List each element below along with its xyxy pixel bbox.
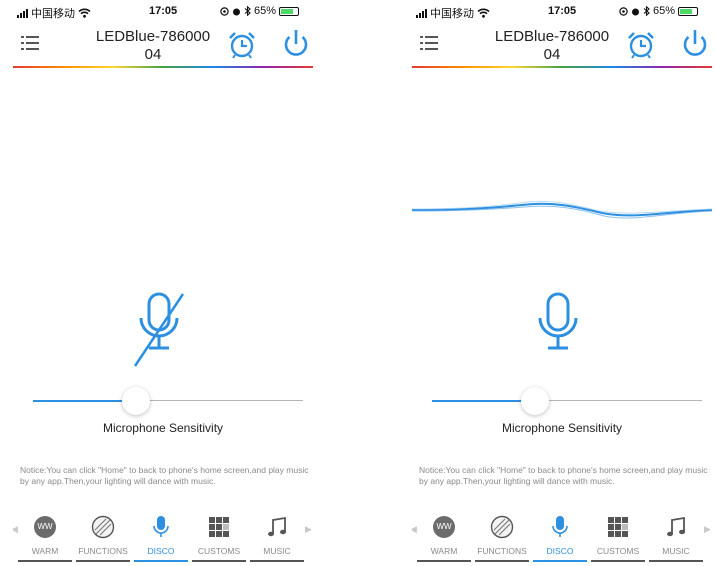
- tab-customs[interactable]: CUSTOMS: [192, 512, 246, 564]
- tab-bar: ◀ WW WARM FUNCTIONS DISCO CUSTOMS MUSIC …: [412, 512, 712, 566]
- nav-bar: LEDBlue-786000 04: [412, 22, 712, 66]
- ww-badge-text: WW: [436, 522, 452, 531]
- scroll-right-arrow-icon[interactable]: ▶: [305, 524, 312, 535]
- bluetooth-icon: [244, 6, 251, 16]
- signal-icon: [17, 8, 28, 18]
- music-note-icon: [667, 516, 685, 537]
- wifi-icon: [78, 8, 91, 18]
- microphone-icon: [552, 516, 568, 537]
- battery-percent: 65%: [653, 5, 676, 17]
- audio-waveform: [412, 200, 712, 219]
- alarm-clock-icon[interactable]: [227, 30, 257, 60]
- tab-label: CUSTOMS: [596, 546, 640, 556]
- battery-icon: [678, 6, 699, 16]
- microphone-icon: [153, 516, 169, 537]
- grid-icon: [608, 517, 628, 537]
- nav-bar: LEDBlue-786000 04: [13, 22, 313, 66]
- tab-music[interactable]: MUSIC: [649, 512, 703, 564]
- tab-label: DISCO: [546, 546, 574, 556]
- tab-functions[interactable]: FUNCTIONS: [76, 512, 130, 564]
- menu-icon[interactable]: [420, 35, 438, 51]
- sensitivity-slider[interactable]: [33, 385, 303, 415]
- pattern-icon: [490, 515, 514, 539]
- alarm-status-icon: [233, 8, 240, 15]
- location-icon: [220, 6, 229, 16]
- tab-warm[interactable]: WW WARM: [417, 512, 471, 564]
- header-divider: [412, 66, 712, 68]
- device-name: LEDBlue-786000: [95, 28, 211, 45]
- tab-label: DISCO: [147, 546, 175, 556]
- tab-warm[interactable]: WW WARM: [18, 512, 72, 564]
- tab-functions[interactable]: FUNCTIONS: [475, 512, 529, 564]
- phone-screen-left: 中国移动 17:05 65% LEDBlue-786000 04 Microph…: [13, 0, 313, 566]
- tab-label: MUSIC: [263, 546, 291, 556]
- music-note-icon: [268, 516, 286, 537]
- power-icon[interactable]: [281, 28, 311, 60]
- sensitivity-label: Microphone Sensitivity: [501, 421, 623, 435]
- phone-screen-right: 中国移动 17:05 65% LEDBlue-786000 04 Microph…: [412, 0, 712, 566]
- status-bar: 中国移动 17:05 65%: [13, 0, 313, 22]
- tab-label: WARM: [31, 546, 59, 556]
- tab-disco[interactable]: DISCO: [134, 512, 188, 564]
- device-name: LEDBlue-786000: [494, 28, 610, 45]
- tab-label: MUSIC: [662, 546, 690, 556]
- notice-text: Notice:You can click "Home" to back to p…: [419, 465, 708, 486]
- bluetooth-icon: [643, 6, 650, 16]
- tab-label: FUNCTIONS: [78, 546, 128, 556]
- signal-icon: [416, 8, 427, 18]
- status-bar: 中国移动 17:05 65%: [412, 0, 712, 22]
- alarm-status-icon: [632, 8, 639, 15]
- device-name-suffix: 04: [543, 46, 561, 63]
- header-divider: [13, 66, 313, 68]
- battery-icon: [279, 6, 300, 16]
- tab-bar: ◀ WW WARM FUNCTIONS DISCO CUSTOMS MUSIC …: [13, 512, 313, 566]
- slider-thumb[interactable]: [122, 387, 150, 415]
- slider-thumb[interactable]: [521, 387, 549, 415]
- battery-percent: 65%: [254, 5, 277, 17]
- menu-icon[interactable]: [21, 35, 39, 51]
- device-name-suffix: 04: [144, 46, 162, 63]
- tab-label: WARM: [430, 546, 458, 556]
- carrier-name: 中国移动: [31, 8, 75, 20]
- sensitivity-label: Microphone Sensitivity: [102, 421, 224, 435]
- scroll-right-arrow-icon[interactable]: ▶: [704, 524, 711, 535]
- status-time: 17:05: [149, 5, 178, 17]
- status-time: 17:05: [548, 5, 577, 17]
- wifi-icon: [477, 8, 490, 18]
- tab-music[interactable]: MUSIC: [250, 512, 304, 564]
- tab-disco[interactable]: DISCO: [533, 512, 587, 564]
- power-icon[interactable]: [680, 28, 710, 60]
- carrier-name: 中国移动: [430, 8, 474, 20]
- tab-label: CUSTOMS: [197, 546, 241, 556]
- grid-icon: [209, 517, 229, 537]
- ww-badge-text: WW: [37, 522, 53, 531]
- tab-label: FUNCTIONS: [477, 546, 527, 556]
- pattern-icon: [91, 515, 115, 539]
- notice-text: Notice:You can click "Home" to back to p…: [20, 465, 309, 486]
- location-icon: [619, 6, 628, 16]
- tab-customs[interactable]: CUSTOMS: [591, 512, 645, 564]
- sensitivity-slider[interactable]: [432, 385, 702, 415]
- alarm-clock-icon[interactable]: [626, 30, 656, 60]
- microphone-icon[interactable]: [530, 288, 586, 372]
- microphone-muted-icon[interactable]: [131, 288, 187, 372]
